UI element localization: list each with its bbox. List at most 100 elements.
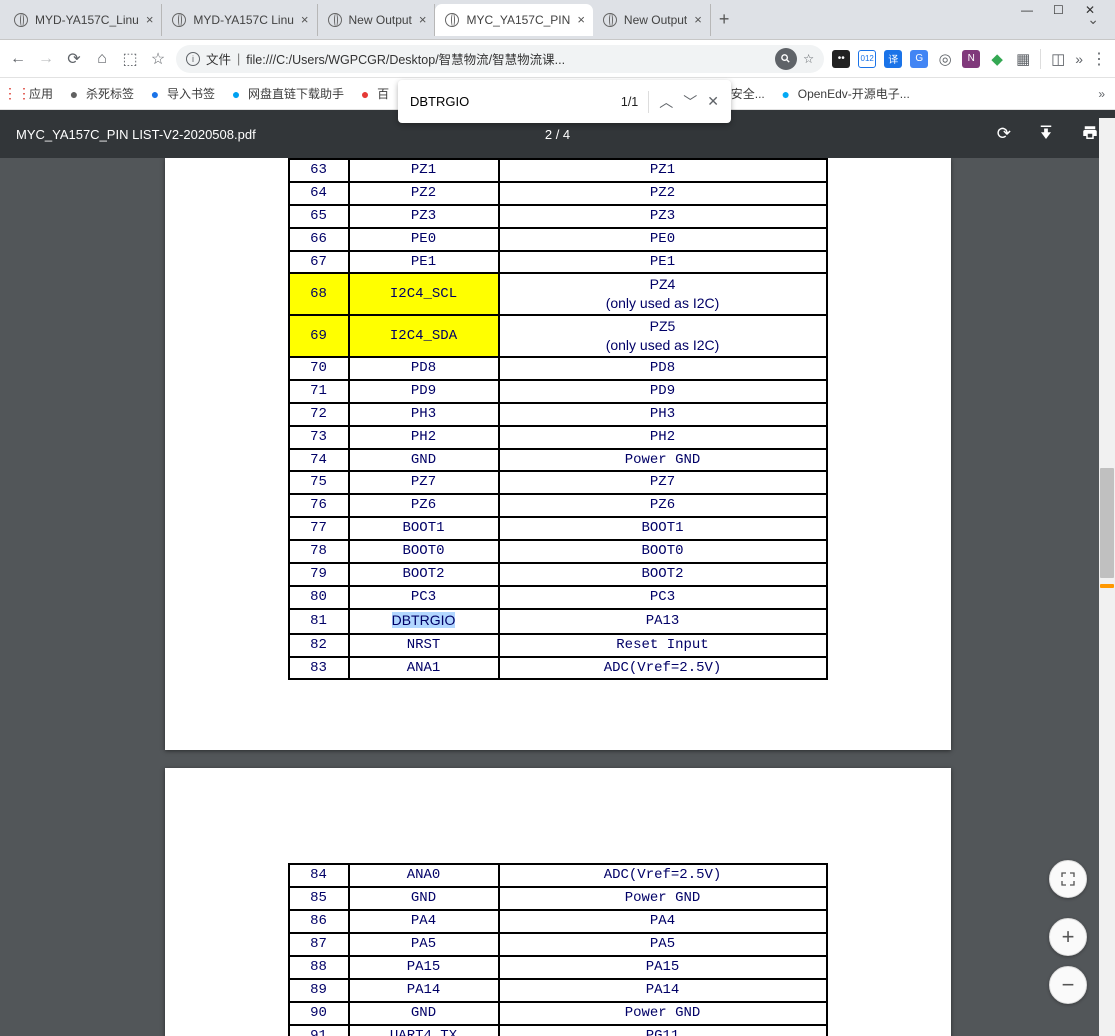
ext-icon-onenote[interactable]: N [962,50,980,68]
pdf-rotate-icon[interactable]: ⟳ [997,124,1011,144]
table-cell: BOOT2 [499,563,827,586]
table-cell: PZ3 [349,205,499,228]
bookmark-icon: ● [358,87,372,101]
table-row: 74GNDPower GND [289,449,827,472]
globe-icon [172,13,186,27]
table-cell: PG11 [499,1025,827,1036]
tab-close-icon[interactable]: × [146,12,154,27]
table-cell: DBTRGIO [349,609,499,634]
pdf-viewer[interactable]: 63PZ1PZ164PZ2PZ265PZ3PZ366PE0PE067PE1PE1… [0,158,1115,1036]
nav-reload-icon[interactable]: ⟳ [64,49,84,69]
pin-table-2: 84ANA0ADC(Vref=2.5V)85GNDPower GND86PA4P… [288,863,828,1036]
table-cell: PA5 [349,933,499,956]
table-cell: PE1 [349,251,499,274]
overflow-chevron-icon[interactable]: » [1075,51,1083,67]
nav-back-icon[interactable]: ← [8,49,28,69]
table-cell: ANA1 [349,657,499,680]
window-close-icon[interactable]: ✕ [1085,3,1097,15]
nav-home-icon[interactable]: ⌂ [92,49,112,69]
bookmark-item[interactable]: ●网盘直链下载助手 [229,85,344,102]
table-cell: 77 [289,517,349,540]
bookmark-label: 杀死标签 [86,85,134,102]
address-bar[interactable]: i 文件 | file:///C:/Users/WGPCGR/Desktop/智… [176,45,824,73]
table-cell: PA4 [499,910,827,933]
bookmark-item[interactable]: ●百 [358,85,389,102]
find-count: 1/1 [621,95,638,109]
tab-0[interactable]: MYD-YA157C_Linu× [4,4,162,36]
table-row: 78BOOT0BOOT0 [289,540,827,563]
table-cell: 86 [289,910,349,933]
table-cell: PZ6 [499,494,827,517]
scrollbar-thumb[interactable] [1100,468,1114,578]
tab-close-icon[interactable]: × [577,12,585,27]
window-maximize-icon[interactable]: ☐ [1053,3,1065,15]
find-input[interactable] [410,94,611,109]
bookmark-item[interactable]: ●导入书签 [148,85,215,102]
tab-4[interactable]: New Output× [593,4,711,36]
table-row: 71PD9PD9 [289,380,827,403]
table-cell: PZ4(only used as I2C) [499,273,827,315]
table-row: 76PZ6PZ6 [289,494,827,517]
browser-menu-icon[interactable]: ⋮ [1091,49,1107,69]
tab-close-icon[interactable]: × [301,12,309,27]
pdf-download-icon[interactable] [1037,124,1055,144]
table-cell: I2C4_SDA [349,315,499,357]
table-row: 91UART4_TXPG11 [289,1025,827,1036]
vertical-scrollbar[interactable] [1099,118,1115,1036]
table-cell: PH2 [499,426,827,449]
ext-icon-badge[interactable]: 012 [858,50,876,68]
address-row: ← → ⟳ ⌂ ⬚ ☆ i 文件 | file:///C:/Users/WGPC… [0,40,1115,78]
nav-star-icon[interactable]: ☆ [148,49,168,69]
find-close-icon[interactable]: ✕ [707,93,719,110]
bookmark-icon: ● [779,87,793,101]
pdf-print-icon[interactable] [1081,124,1099,144]
globe-icon [603,13,617,27]
search-toggle-icon[interactable] [775,48,797,70]
table-cell: 87 [289,933,349,956]
table-cell: PD9 [499,380,827,403]
ext-icon-puzzle[interactable]: ▦ [1014,50,1032,68]
bookmark-icon: ● [148,87,162,101]
bookmark-item[interactable]: ●OpenEdv-开源电子... [779,85,910,102]
ext-icon-gtranslate[interactable]: G [910,50,928,68]
bookmarks-overflow-icon[interactable]: » [1098,87,1105,101]
tab-close-icon[interactable]: × [419,12,427,27]
find-next-icon[interactable]: ﹀ [683,92,697,112]
tab-2[interactable]: New Output× [318,4,436,36]
table-cell: PZ2 [499,182,827,205]
table-cell: 63 [289,159,349,182]
pdf-page-2: 63PZ1PZ164PZ2PZ265PZ3PZ366PE0PE067PE1PE1… [165,158,951,750]
table-cell: PA14 [349,979,499,1002]
bookmark-star-icon[interactable]: ☆ [803,51,814,66]
tab-3[interactable]: MYC_YA157C_PIN× [435,4,592,36]
bookmark-label: 应用 [29,85,53,102]
ext-icon-1[interactable]: •• [832,50,850,68]
table-cell: 85 [289,887,349,910]
table-row: 64PZ2PZ2 [289,182,827,205]
tab-1[interactable]: MYD-YA157C Linu× [162,4,317,36]
site-info-icon[interactable]: i [186,52,200,66]
pdf-zoom-out-icon[interactable]: − [1049,966,1087,1004]
ext-icon-crop[interactable]: ◫ [1049,50,1067,68]
bookmark-item[interactable]: ⋮⋮应用 [10,85,53,102]
bookmark-item[interactable]: ●杀死标签 [67,85,134,102]
new-tab-button[interactable]: + [719,9,730,30]
table-cell: 80 [289,586,349,609]
find-bar: 1/1 ︿ ﹀ ✕ [398,80,731,123]
table-row: 88PA15PA15 [289,956,827,979]
ext-icon-camera[interactable]: ◎ [936,50,954,68]
ext-icon-translate[interactable]: 译 [884,50,902,68]
table-cell: Reset Input [499,634,827,657]
pdf-fit-icon[interactable] [1049,860,1087,898]
ext-icon-green[interactable]: ◆ [988,50,1006,68]
window-minimize-icon[interactable]: — [1021,3,1033,15]
table-cell: PZ6 [349,494,499,517]
nav-download-icon[interactable]: ⬚ [120,49,140,69]
table-cell: 64 [289,182,349,205]
pdf-zoom-in-icon[interactable]: + [1049,918,1087,956]
tab-close-icon[interactable]: × [694,12,702,27]
table-cell: NRST [349,634,499,657]
find-prev-icon[interactable]: ︿ [659,92,673,112]
table-cell: 72 [289,403,349,426]
table-cell: 78 [289,540,349,563]
